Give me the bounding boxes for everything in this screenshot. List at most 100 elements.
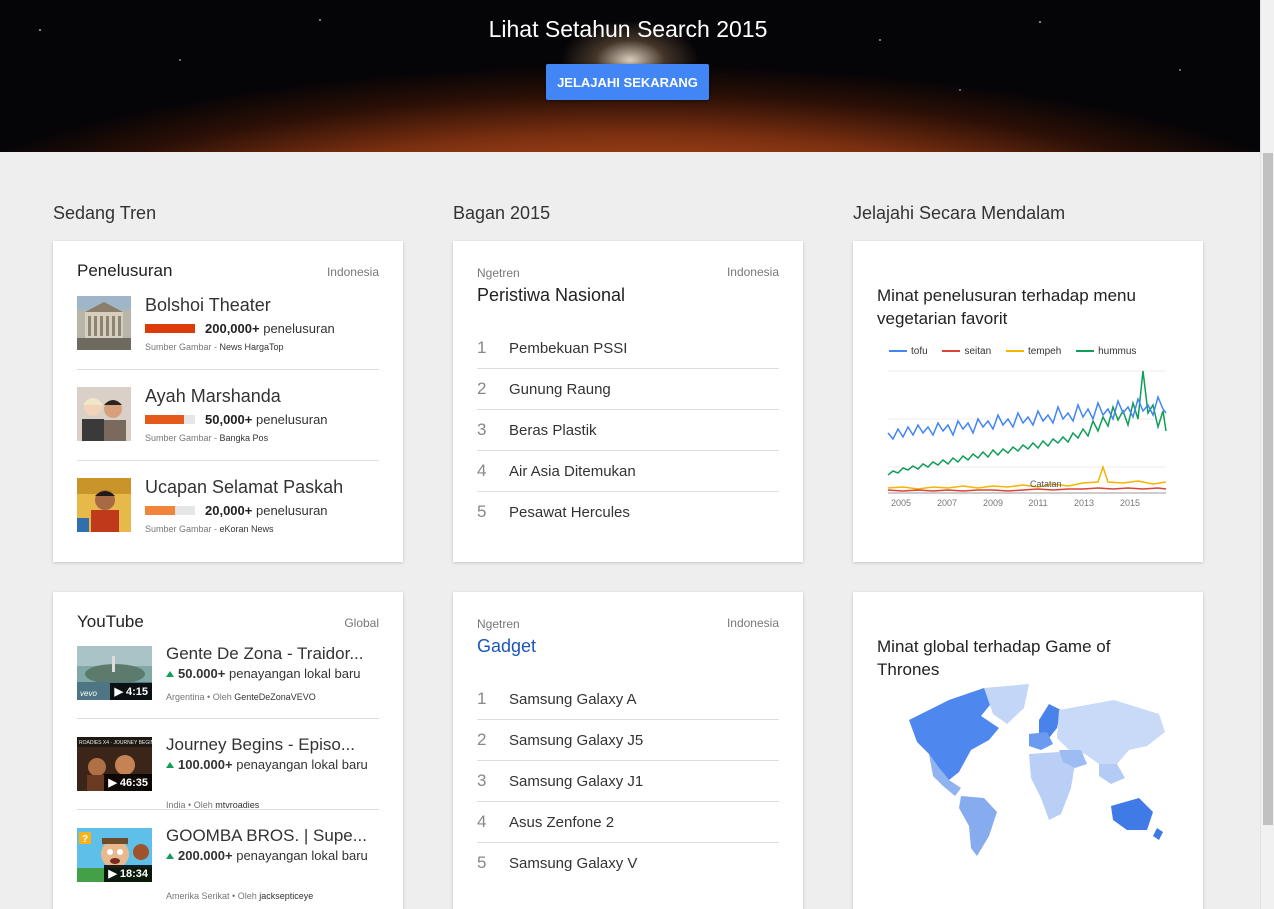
trending-label: Ngetren (477, 266, 520, 280)
video-views: 200.000+ penayangan lokal baru (160, 848, 370, 864)
legend-item: hummus (1076, 346, 1136, 357)
explore-map-card[interactable]: Minat global terhadap Game of Thrones (853, 592, 1203, 909)
map-region (959, 796, 997, 856)
legend-item: tofu (889, 346, 928, 357)
trend-item[interactable]: Ayah Marshanda 50,000+ penelusuran Sumbe… (77, 386, 379, 478)
rank-name: Samsung Galaxy J5 (509, 732, 644, 749)
x-tick: 2013 (1074, 498, 1094, 508)
trend-up-icon (166, 853, 174, 859)
video-meta: Amerika Serikat • Oleh jacksepticeye (166, 891, 314, 901)
page-scrollbar[interactable] (1260, 0, 1274, 909)
series-tempeh (887, 464, 1167, 490)
legend-item: seitan (942, 346, 991, 357)
list-item[interactable]: 4 Air Asia Ditemukan (477, 451, 779, 492)
legend-swatch (1005, 350, 1024, 353)
video-duration: ▶ 46:35 (104, 774, 152, 791)
explore-chart-card[interactable]: Minat penelusuran terhadap menu vegetari… (853, 241, 1203, 562)
trend-volume-fill (145, 506, 175, 515)
scrollbar-thumb[interactable] (1263, 153, 1273, 825)
video-title[interactable]: GOOMBA BROS. | Supe... (166, 826, 367, 846)
video-item[interactable]: ? ▶ 18:34 GOOMBA BROS. | Supe... 200.000… (77, 826, 379, 901)
rank-number: 3 (477, 420, 487, 439)
video-views: 100.000+ penayangan lokal baru (160, 757, 370, 773)
trend-line-chart[interactable]: Catatan 2005 2007 2009 2011 2013 2015 (883, 363, 1173, 513)
section-title-explore: Jelajahi Secara Mendalam (853, 203, 1066, 223)
legend-swatch (1076, 350, 1095, 353)
list-item[interactable]: 5 Pesawat Hercules (477, 492, 779, 533)
list-title: Peristiwa Nasional (477, 285, 626, 305)
rank-name: Asus Zenfone 2 (509, 814, 615, 831)
video-thumbnail[interactable]: vevo ▶ 4:15 (77, 646, 152, 700)
image-source: Sumber Gambar - Bangka Pos (145, 433, 269, 443)
card-title: Penelusuran (77, 261, 173, 280)
list-item[interactable]: 3 Samsung Galaxy J1 (477, 761, 779, 802)
ayah-marshanda-thumbnail (77, 387, 131, 441)
legend-item: tempeh (1005, 346, 1061, 357)
list-item[interactable]: 1 Pembekuan PSSI (477, 328, 779, 369)
map-region (1111, 798, 1153, 830)
trend-count: 20,000+ penelusuran (205, 503, 328, 518)
video-title[interactable]: Gente De Zona - Traidor... (166, 644, 363, 664)
rank-name: Samsung Galaxy J1 (509, 773, 644, 790)
video-meta: Argentina • Oleh GenteDeZonaVEVO (166, 692, 316, 702)
series-hummus (887, 370, 1167, 476)
rank-number: 5 (477, 853, 487, 872)
video-item[interactable]: vevo ▶ 4:15 Gente De Zona - Traidor... 5… (77, 644, 379, 716)
list-item[interactable]: 1 Samsung Galaxy A (477, 679, 779, 720)
list-item[interactable]: 3 Beras Plastik (477, 410, 779, 451)
video-thumbnail[interactable]: ? ▶ 18:34 (77, 828, 152, 882)
rank-name: Samsung Galaxy V (509, 855, 638, 872)
rank-name: Beras Plastik (509, 422, 597, 439)
video-duration: ▶ 4:15 (110, 683, 152, 700)
trend-count: 200,000+ penelusuran (205, 321, 335, 336)
world-interest-map[interactable] (889, 680, 1169, 860)
region-label: Global (344, 616, 379, 630)
list-item[interactable]: 2 Gunung Raung (477, 369, 779, 410)
rank-number: 4 (477, 812, 487, 831)
rank-number: 1 (477, 338, 487, 357)
explore-map-title: Minat global terhadap Game of Thrones (877, 637, 1111, 679)
trend-title[interactable]: Ucapan Selamat Paskah (145, 477, 343, 498)
list-item[interactable]: 4 Asus Zenfone 2 (477, 802, 779, 843)
hero-banner: Lihat Setahun Search 2015 JELAJAHI SEKAR… (0, 0, 1260, 152)
series-tofu (887, 394, 1167, 441)
rank-number: 1 (477, 689, 487, 708)
explore-now-button[interactable]: JELAJAHI SEKARANG (546, 64, 709, 100)
list-item[interactable]: 2 Samsung Galaxy J5 (477, 720, 779, 761)
video-title[interactable]: Journey Begins - Episo... (166, 735, 355, 755)
searches-card[interactable]: Penelusuran Indonesia Bolshoi Theater 20… (53, 241, 403, 562)
trend-title[interactable]: Ayah Marshanda (145, 386, 281, 407)
region-label: Indonesia (726, 616, 779, 630)
trend-item[interactable]: Bolshoi Theater 200,000+ penelusuran Sum… (77, 295, 379, 387)
national-events-card[interactable]: Ngetren Indonesia Peristiwa Nasional 1 Pe… (453, 241, 803, 562)
chart-legend: tofu seitan tempeh hummus (889, 346, 1148, 357)
rank-name: Pesawat Hercules (509, 504, 630, 521)
series-seitan (887, 487, 1167, 492)
list-item[interactable]: 5 Samsung Galaxy V (477, 843, 779, 884)
map-region (1099, 764, 1125, 784)
trend-volume-bar (145, 324, 195, 333)
rank-name: Gunung Raung (509, 381, 611, 398)
bolshoi-theater-thumbnail (77, 296, 131, 350)
gadget-link[interactable]: Gadget (477, 636, 536, 657)
explore-chart-title: Minat penelusuran terhadap menu vegetari… (877, 286, 1136, 328)
legend-swatch (942, 350, 961, 353)
trend-title[interactable]: Bolshoi Theater (145, 295, 271, 316)
section-title-trending: Sedang Tren (53, 203, 157, 223)
rank-name: Air Asia Ditemukan (509, 463, 636, 480)
region-label: Indonesia (326, 265, 379, 279)
rank-name: Samsung Galaxy A (509, 691, 637, 708)
trend-item[interactable]: Ucapan Selamat Paskah 20,000+ penelusura… (77, 477, 379, 569)
x-tick: 2011 (1028, 498, 1047, 508)
youtube-card[interactable]: YouTube Global vevo ▶ 4:15 Gente De Zona… (53, 592, 403, 909)
rank-number: 2 (477, 379, 487, 398)
map-region (909, 688, 999, 780)
video-thumbnail[interactable]: ROADIES X4 · JOURNEY BEGINS ▶ 46:35 (77, 737, 158, 791)
trending-label: Ngetren (477, 617, 520, 631)
x-tick: 2009 (983, 498, 1003, 508)
trend-volume-bar (145, 415, 195, 424)
gadget-card[interactable]: Ngetren Indonesia Gadget 1 Samsung Galaxy… (453, 592, 803, 909)
trend-volume-bar (145, 506, 195, 515)
image-source: Sumber Gambar - News HargaTop (145, 342, 284, 352)
video-item[interactable]: ROADIES X4 · JOURNEY BEGINS ▶ 46:35 Jour… (77, 735, 379, 810)
